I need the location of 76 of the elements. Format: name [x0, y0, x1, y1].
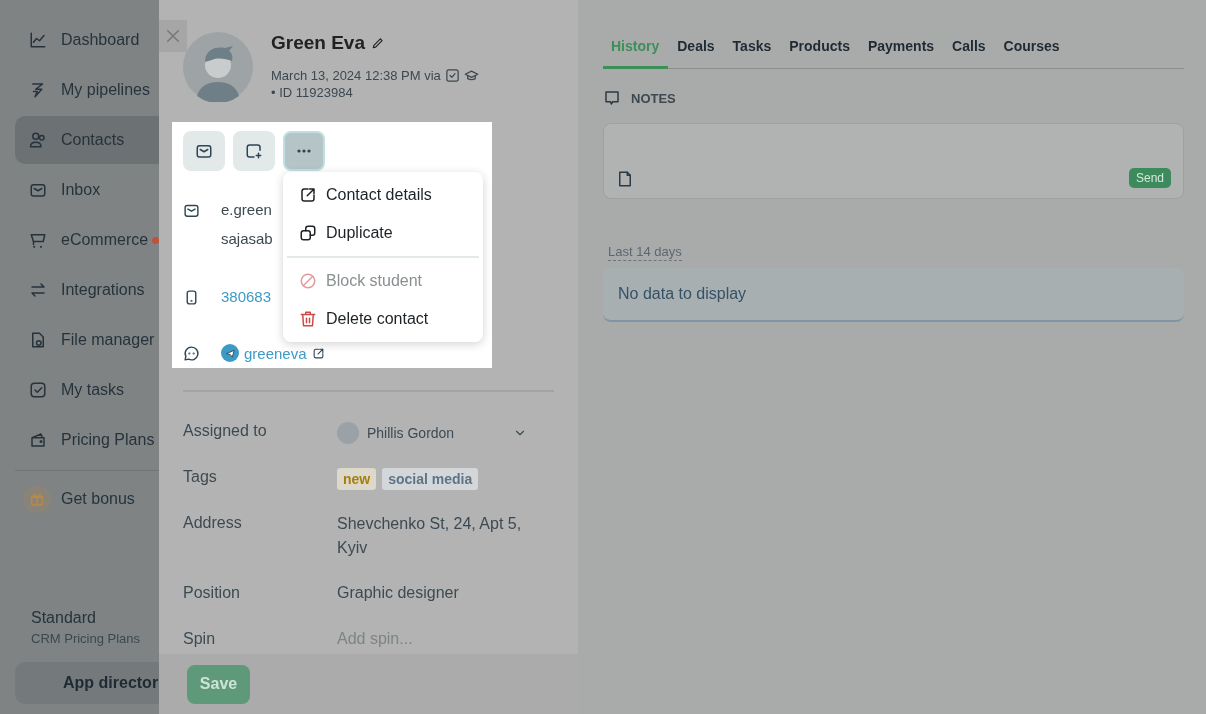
plan-subtitle: CRM Pricing Plans [30, 631, 142, 646]
created-date: March 13, 2024 12:38 PM via [271, 68, 441, 83]
paper-plane-shape [224, 348, 236, 359]
wallet-icon [29, 431, 47, 449]
comment-icon [603, 89, 621, 107]
chat-icon [183, 345, 200, 362]
tab[interactable]: Products [780, 30, 859, 69]
tag: social media [382, 468, 479, 490]
menu-item[interactable]: Duplicate [287, 214, 479, 252]
menu-item[interactable]: Contact details [287, 176, 479, 214]
sidebar-item[interactable]: My pipelines [15, 66, 159, 114]
send-button[interactable]: Send [1128, 168, 1171, 188]
external-link-icon [299, 186, 317, 204]
field-label: Address [183, 513, 243, 533]
notes-heading: NOTES [631, 90, 676, 106]
sidebar-item[interactable]: My tasks [15, 366, 159, 414]
mail-icon [183, 202, 200, 219]
tab[interactable]: Courses [994, 30, 1069, 69]
app-directory-button[interactable]: App director [15, 662, 159, 704]
username-link[interactable]: greeneva [244, 344, 307, 362]
field-value: Graphic designer [337, 584, 459, 602]
contact-id: • ID 11923984 [271, 85, 354, 100]
field-label: Assigned to [183, 421, 268, 441]
graduation-cap-icon [463, 68, 479, 83]
email-text: sajasab [221, 230, 273, 247]
close-icon [164, 27, 182, 45]
field-label: Position [183, 583, 241, 603]
tab[interactable]: History [603, 30, 669, 69]
sidebar-item[interactable]: Integrations [15, 266, 159, 314]
contact-name: Green Eva [271, 32, 365, 54]
sidebar-item[interactable]: Pricing Plans [15, 416, 159, 464]
cart-icon [29, 231, 47, 249]
trash-icon [299, 310, 317, 328]
external-link-icon [311, 347, 325, 360]
menu-item[interactable]: Delete contact [287, 300, 479, 338]
file-icon [29, 331, 47, 349]
field-value: Shevchenko St, 24, Apt 5, Kyiv [337, 514, 523, 558]
tab[interactable]: Tasks [723, 30, 781, 69]
sidebar-item[interactable]: eCommerce [15, 216, 159, 264]
sidebar-item[interactable]: File manager [15, 316, 159, 364]
mail-icon [29, 181, 47, 199]
gift-shape [29, 491, 45, 507]
bonus-link[interactable]: Get bonus [61, 490, 135, 508]
people-icon [29, 131, 47, 149]
tag: new [337, 468, 377, 490]
assignee-name[interactable]: Phillis Gordon [367, 425, 455, 441]
sidebar-item[interactable]: Dashboard [15, 16, 159, 64]
pencil-icon [371, 36, 385, 50]
swap-arrows-icon [29, 281, 47, 299]
phone-link[interactable]: 380683 [221, 288, 272, 305]
plan-name: Standard [30, 609, 97, 627]
form-icon [444, 68, 460, 83]
block-icon [299, 272, 317, 290]
action-button[interactable] [183, 131, 225, 171]
sidebar-item[interactable]: Contacts [15, 116, 159, 164]
chart-icon [29, 31, 47, 49]
email-text: e.green [221, 201, 272, 218]
duplicate-icon [299, 224, 317, 242]
sidebar-item[interactable]: Inbox [15, 166, 159, 214]
more-icon [297, 149, 311, 153]
note-field[interactable]: Send [603, 123, 1184, 199]
save-button[interactable]: Save [187, 664, 250, 704]
checkbox-icon [29, 381, 47, 399]
tab[interactable]: Calls [943, 30, 995, 69]
field-label: Spin [183, 629, 217, 649]
field-label: Tags [183, 467, 218, 487]
action-button[interactable] [233, 131, 275, 171]
tab[interactable]: Deals [668, 30, 724, 69]
user-avatar [337, 422, 359, 444]
mail-icon [195, 142, 213, 160]
period-filter[interactable]: Last 14 days [608, 244, 682, 261]
empty-state: No data to display [603, 268, 1184, 322]
document-icon [616, 170, 634, 188]
tab[interactable]: Payments [858, 30, 944, 69]
add-icon [245, 142, 263, 160]
avatar-silhouette [183, 32, 253, 102]
